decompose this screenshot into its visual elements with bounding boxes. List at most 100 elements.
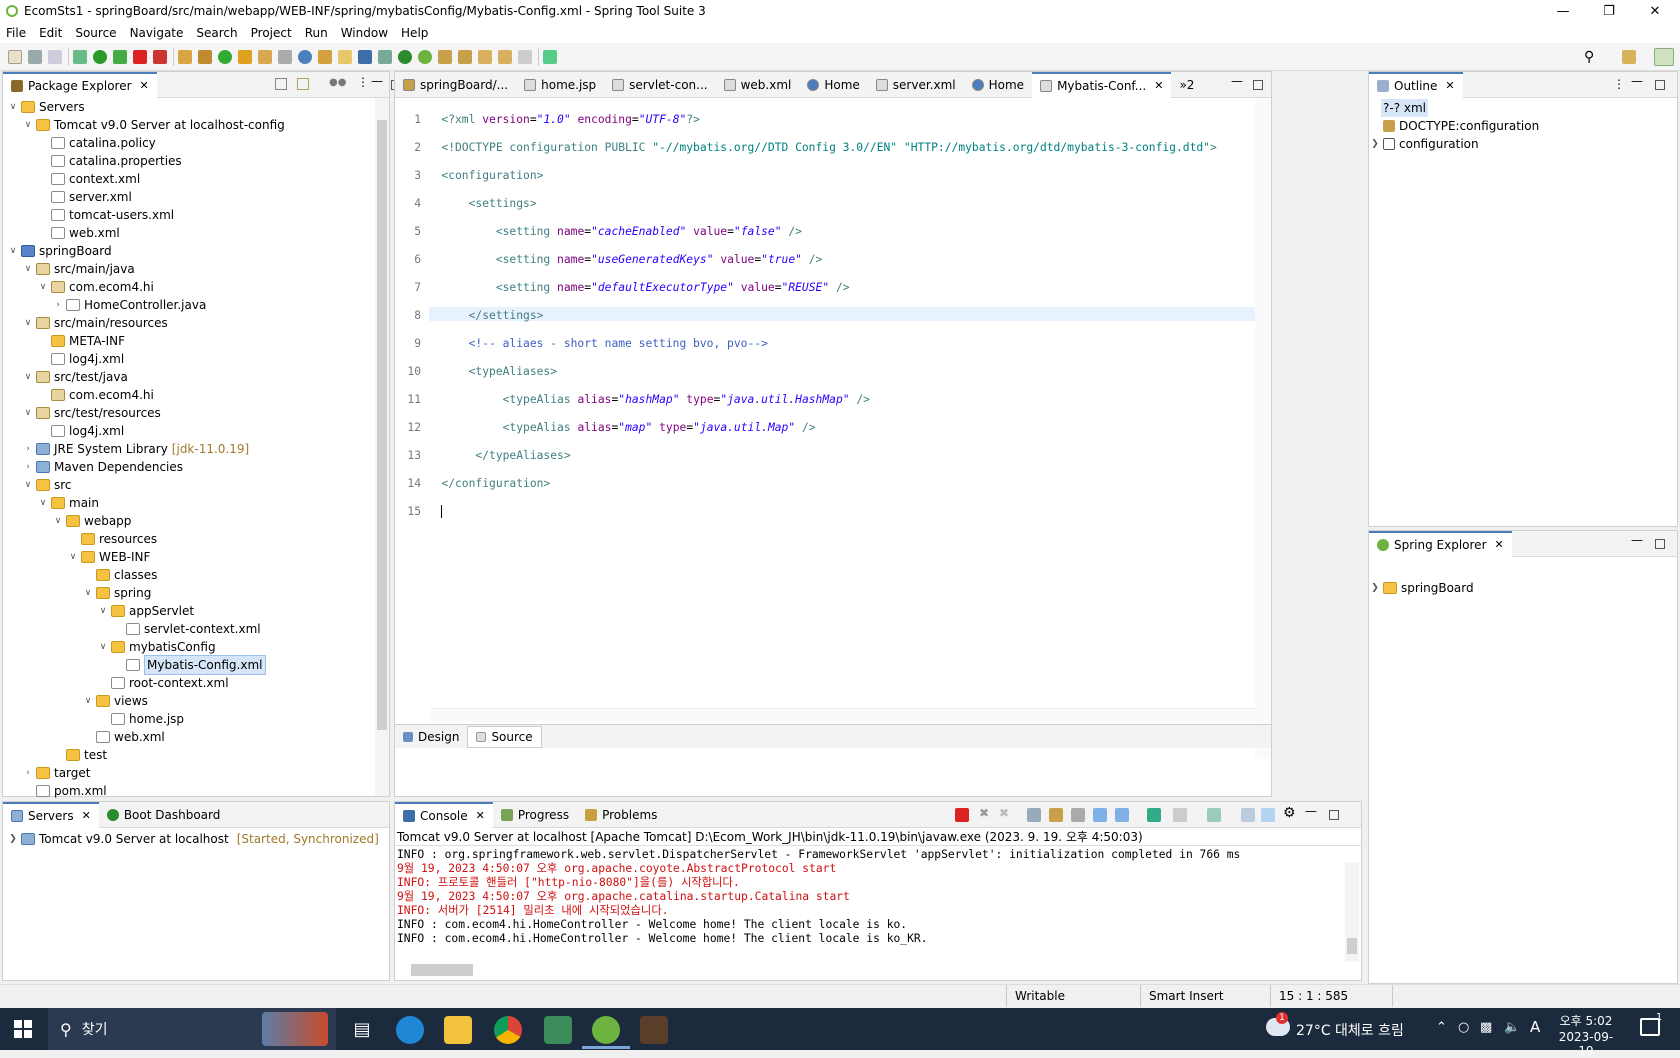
- spring-boot-icon[interactable]: [398, 49, 412, 64]
- chevron-down-icon[interactable]: ∨: [82, 692, 94, 710]
- terminate-icon[interactable]: [955, 808, 969, 822]
- tab-package-explorer[interactable]: Package Explorer ✕: [3, 71, 157, 98]
- view-menu-icon[interactable]: ⋮: [1613, 77, 1625, 91]
- tree-row[interactable]: root-context.xml: [3, 674, 389, 692]
- chevron-down-icon[interactable]: ∨: [52, 512, 64, 530]
- edge-icon[interactable]: [396, 1016, 424, 1044]
- menu-window[interactable]: Window: [341, 26, 388, 40]
- tab-progress[interactable]: Progress: [493, 802, 577, 828]
- maximize-panel-icon[interactable]: [1655, 80, 1665, 90]
- media-app-icon[interactable]: [544, 1016, 572, 1044]
- scrollbar-thumb[interactable]: [1347, 938, 1357, 954]
- display-console-icon[interactable]: [1173, 808, 1187, 822]
- forward-icon[interactable]: [518, 49, 532, 64]
- stop-icon[interactable]: [133, 49, 147, 64]
- chevron-down-icon[interactable]: ∨: [7, 242, 19, 260]
- tree-row[interactable]: ∨ views: [3, 692, 389, 710]
- editor-tab[interactable]: Home: [964, 72, 1032, 98]
- spring-icon[interactable]: [418, 49, 432, 64]
- remove-all-icon[interactable]: ✖: [999, 806, 1009, 820]
- web-browser-icon[interactable]: [298, 49, 312, 64]
- editor-tab[interactable]: home.jsp: [516, 72, 604, 98]
- package-explorer-scrollbar[interactable]: [375, 98, 389, 796]
- tree-row[interactable]: ∨ src/main/resources: [3, 314, 389, 332]
- toggle-mark-icon[interactable]: [318, 49, 332, 64]
- close-icon[interactable]: ✕: [1154, 79, 1163, 92]
- clock-date[interactable]: 2023-09-19: [1552, 1030, 1620, 1058]
- chevron-down-icon[interactable]: ∨: [22, 116, 34, 134]
- maximize-panel-icon[interactable]: [1253, 80, 1263, 90]
- chevron-right-icon[interactable]: ›: [22, 458, 34, 476]
- tree-row[interactable]: classes: [3, 566, 389, 584]
- expand-icon[interactable]: ❯: [1369, 135, 1381, 153]
- tree-row[interactable]: context.xml: [3, 170, 389, 188]
- xml-source-editor[interactable]: 1 <?xml version="1.0" encoding="UTF-8"?>…: [395, 99, 1261, 759]
- file-explorer-icon[interactable]: [444, 1016, 472, 1044]
- chevron-down-icon[interactable]: ∨: [22, 476, 34, 494]
- save-icon[interactable]: [28, 49, 42, 64]
- close-icon[interactable]: ✕: [140, 79, 149, 92]
- tab-outline[interactable]: Outline ✕: [1369, 71, 1463, 98]
- open-perspective-icon[interactable]: [1622, 50, 1636, 64]
- menu-edit[interactable]: Edit: [39, 26, 62, 40]
- tree-row[interactable]: test: [3, 746, 389, 764]
- editor-tab[interactable]: servlet-con...: [604, 72, 715, 98]
- run-config-icon[interactable]: [113, 49, 127, 64]
- last-edit-icon[interactable]: [478, 49, 492, 64]
- tree-row[interactable]: ∨ mybatisConfig: [3, 638, 389, 656]
- spring-project-row[interactable]: ❯ springBoard: [1369, 579, 1677, 597]
- chevron-right-icon[interactable]: ›: [52, 296, 64, 314]
- editor-tab[interactable]: Mybatis-Conf... ✕: [1032, 71, 1172, 98]
- tree-row[interactable]: catalina.policy: [3, 134, 389, 152]
- show-stdout-icon[interactable]: [1093, 808, 1107, 822]
- editor-tab[interactable]: server.xml: [868, 72, 964, 98]
- tab-servers[interactable]: Servers ✕: [3, 801, 99, 828]
- editor-tab[interactable]: »2: [1171, 72, 1202, 98]
- minimize-panel-icon[interactable]: —: [1631, 74, 1643, 88]
- save-all-icon[interactable]: [48, 49, 62, 64]
- console-settings-icon[interactable]: [1241, 808, 1255, 822]
- taskbar-search-box[interactable]: ⚲ 찾기: [48, 1008, 336, 1050]
- windows-start-icon[interactable]: [14, 1020, 32, 1038]
- expand-icon[interactable]: ❯: [1369, 579, 1381, 597]
- view-menu-icon[interactable]: ⋮: [357, 75, 369, 89]
- open-console-icon[interactable]: [1207, 808, 1221, 822]
- tab-problems[interactable]: Problems: [577, 802, 665, 828]
- tree-row[interactable]: web.xml: [3, 728, 389, 746]
- chevron-down-icon[interactable]: ∨: [97, 602, 109, 620]
- minimize-panel-icon[interactable]: —: [1631, 533, 1643, 547]
- outline-item[interactable]: DOCTYPE:configuration: [1369, 117, 1677, 135]
- chevron-up-icon[interactable]: ⌃: [1436, 1020, 1447, 1035]
- editor-vscrollbar[interactable]: [1255, 99, 1271, 759]
- chevron-right-icon[interactable]: ›: [22, 440, 34, 458]
- debug-icon[interactable]: [73, 49, 87, 64]
- chevron-down-icon[interactable]: ∨: [37, 494, 49, 512]
- new-package-icon[interactable]: [198, 49, 212, 64]
- maximize-panel-icon[interactable]: [1329, 810, 1339, 820]
- chevron-down-icon[interactable]: ∨: [7, 98, 19, 116]
- clear-console-icon[interactable]: [1071, 808, 1085, 822]
- pin-console-icon[interactable]: [1147, 808, 1161, 822]
- editor-hscrollbar[interactable]: [431, 708, 1255, 722]
- prev-annotation-icon[interactable]: [458, 49, 472, 64]
- link-editor-icon[interactable]: [297, 78, 309, 90]
- volume-icon[interactable]: 🔈: [1504, 1020, 1520, 1035]
- editor-tab[interactable]: springBoard/...: [395, 72, 516, 98]
- chevron-down-icon[interactable]: ∨: [22, 260, 34, 278]
- spring-perspective-icon[interactable]: [1654, 48, 1674, 66]
- tree-row[interactable]: ∨ src: [3, 476, 389, 494]
- editor-tab[interactable]: web.xml: [716, 72, 800, 98]
- chevron-down-icon[interactable]: ∨: [97, 638, 109, 656]
- ime-indicator[interactable]: A: [1530, 1018, 1540, 1036]
- search-icon[interactable]: ⚲: [1584, 49, 1594, 65]
- tree-row[interactable]: ∨ Tomcat v9.0 Server at localhost-config: [3, 116, 389, 134]
- tree-row[interactable]: › Maven Dependencies: [3, 458, 389, 476]
- open-task-icon[interactable]: [258, 49, 272, 64]
- chevron-down-icon[interactable]: ∨: [22, 368, 34, 386]
- tree-row[interactable]: pom.xml: [3, 782, 389, 800]
- console-icon[interactable]: [358, 49, 372, 64]
- tab-spring-explorer[interactable]: Spring Explorer ✕: [1369, 530, 1512, 557]
- close-window-button[interactable]: ✕: [1632, 0, 1678, 22]
- camera-icon[interactable]: ○: [1458, 1020, 1469, 1035]
- chevron-down-icon[interactable]: ∨: [22, 314, 34, 332]
